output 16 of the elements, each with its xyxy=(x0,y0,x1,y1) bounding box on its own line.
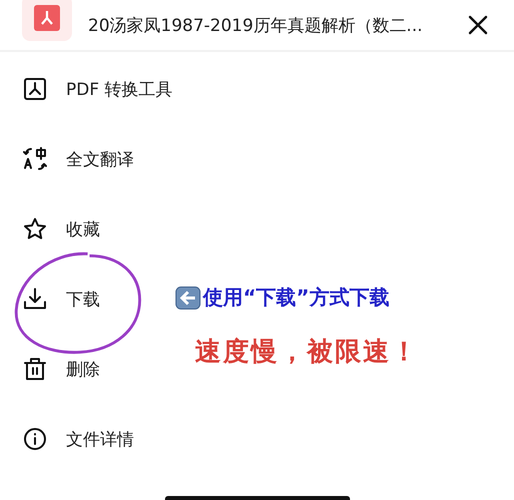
close-button[interactable] xyxy=(466,13,490,37)
file-title: 20汤家凤1987-2019历年真题解析（数二... xyxy=(88,14,424,36)
info-icon xyxy=(22,426,48,452)
translate-icon xyxy=(22,146,48,172)
star-icon xyxy=(22,216,48,242)
annotation-note: 使用“下载”方式下载 xyxy=(203,284,390,311)
menu-item[interactable]: 收藏 xyxy=(66,218,100,240)
menu-item[interactable]: PDF 转换工具 xyxy=(66,78,173,100)
download-icon xyxy=(22,286,48,312)
menu-item[interactable]: 删除 xyxy=(66,358,100,380)
annotation-warning: 速度慢，被限速！ xyxy=(195,336,419,369)
menu-item[interactable]: 文件详情 xyxy=(66,428,134,450)
trash-icon xyxy=(22,356,48,382)
menu-item[interactable]: 全文翻译 xyxy=(66,148,134,170)
pdf-icon xyxy=(22,76,48,102)
menu-item[interactable]: 下载 xyxy=(66,288,100,310)
